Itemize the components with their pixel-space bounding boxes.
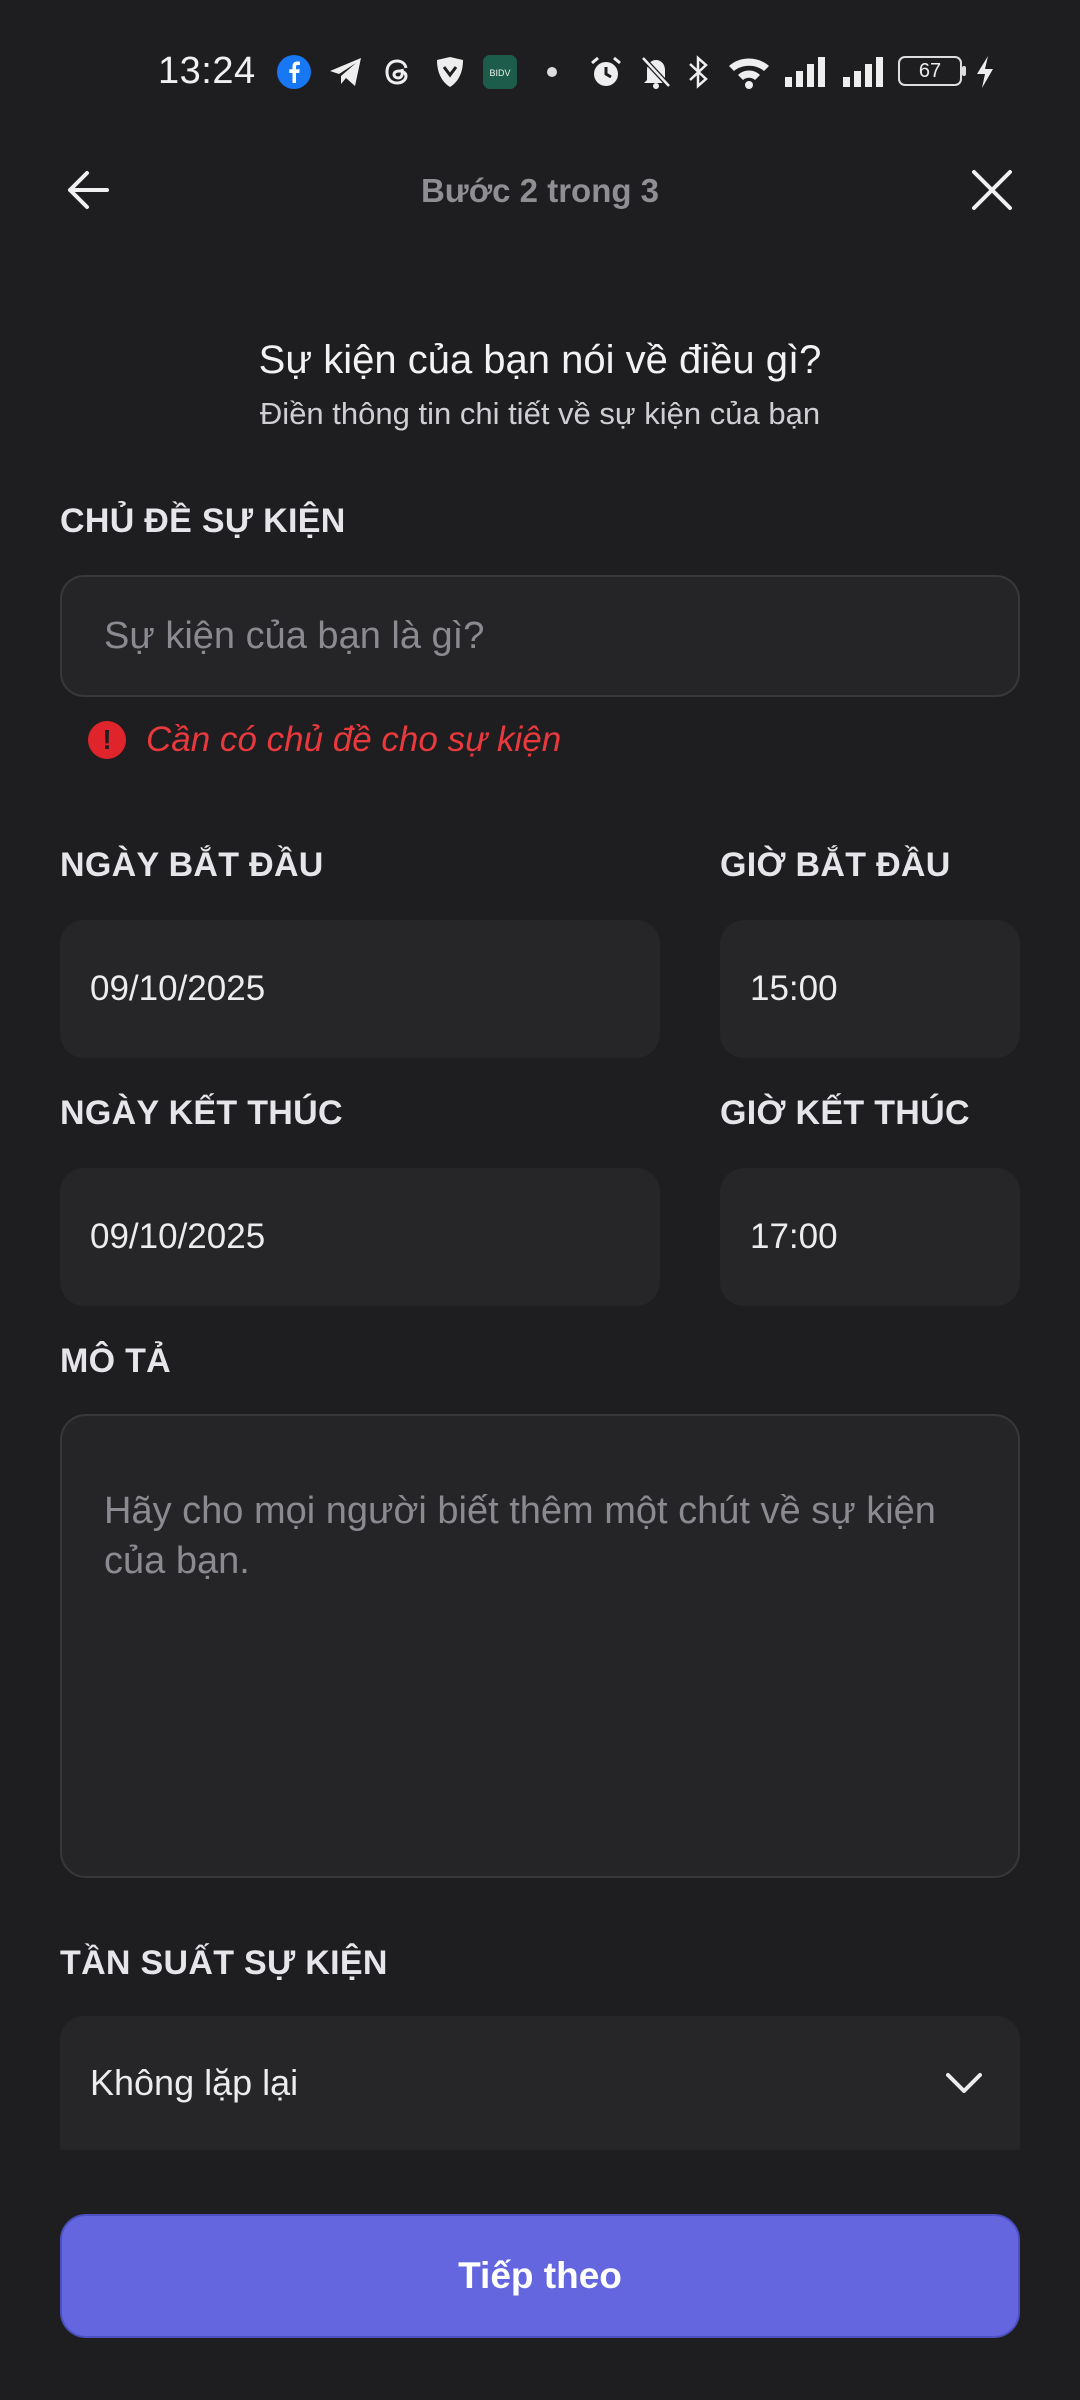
signal-icon: [840, 52, 888, 92]
status-time: 13:24: [158, 50, 256, 92]
start-time-value: 15:00: [750, 969, 838, 1008]
shield-app-icon: [430, 52, 470, 92]
topic-input[interactable]: [60, 575, 1020, 697]
end-time-field[interactable]: 17:00: [720, 1168, 1020, 1306]
battery-level: 67: [918, 59, 942, 82]
chevron-down-icon: [946, 2073, 982, 2093]
battery-icon: 67: [898, 56, 966, 86]
start-time-field[interactable]: 15:00: [720, 920, 1020, 1058]
description-textarea[interactable]: [60, 1414, 1020, 1878]
page-subtitle: Điền thông tin chi tiết về sự kiện của b…: [259, 396, 821, 431]
bluetooth-icon: [680, 52, 716, 92]
end-date-label: NGÀY KẾT THÚC: [60, 1094, 343, 1132]
start-date-value: 09/10/2025: [90, 969, 266, 1008]
next-button[interactable]: Tiếp theo: [60, 2214, 1020, 2338]
status-bar: 13:24 BIDV 67: [0, 0, 1080, 140]
telegram-icon: [326, 52, 366, 92]
topic-error: ! Cần có chủ đề cho sự kiện: [88, 718, 561, 762]
svg-text:BIDV: BIDV: [489, 68, 510, 78]
topic-error-text: Cần có chủ đề cho sự kiện: [146, 720, 562, 759]
charging-icon: [970, 52, 1000, 92]
start-time-label: GIỜ BẮT ĐẦU: [720, 846, 951, 884]
close-button[interactable]: [962, 160, 1022, 220]
topic-label: CHỦ ĐỀ SỰ KIỆN: [60, 502, 346, 540]
start-date-field[interactable]: 09/10/2025: [60, 920, 660, 1058]
bell-off-icon: [636, 52, 676, 92]
end-date-field[interactable]: 09/10/2025: [60, 1168, 660, 1306]
alarm-icon: [586, 52, 626, 92]
error-icon: !: [88, 721, 126, 759]
start-date-label: NGÀY BẮT ĐẦU: [60, 846, 324, 884]
description-label: MÔ TẢ: [60, 1342, 172, 1380]
facebook-icon: [274, 52, 314, 92]
page-title: Sự kiện của bạn nói về điều gì?: [258, 338, 822, 382]
wifi-icon: [726, 52, 772, 92]
signal-icon: [782, 52, 830, 92]
frequency-label: TẦN SUẤT SỰ KIỆN: [60, 1944, 388, 1982]
end-date-value: 09/10/2025: [90, 1217, 266, 1256]
frequency-value: Không lặp lại: [90, 2062, 299, 2103]
close-icon: [972, 170, 1012, 210]
dot-icon: [540, 52, 564, 92]
frequency-select[interactable]: Không lặp lại: [60, 2016, 1020, 2150]
step-indicator: Bước 2 trong 3: [420, 172, 660, 209]
end-time-value: 17:00: [750, 1217, 838, 1256]
bidv-app-icon: BIDV: [480, 52, 520, 92]
threads-icon: [378, 52, 418, 92]
end-time-label: GIỜ KẾT THÚC: [720, 1094, 970, 1132]
